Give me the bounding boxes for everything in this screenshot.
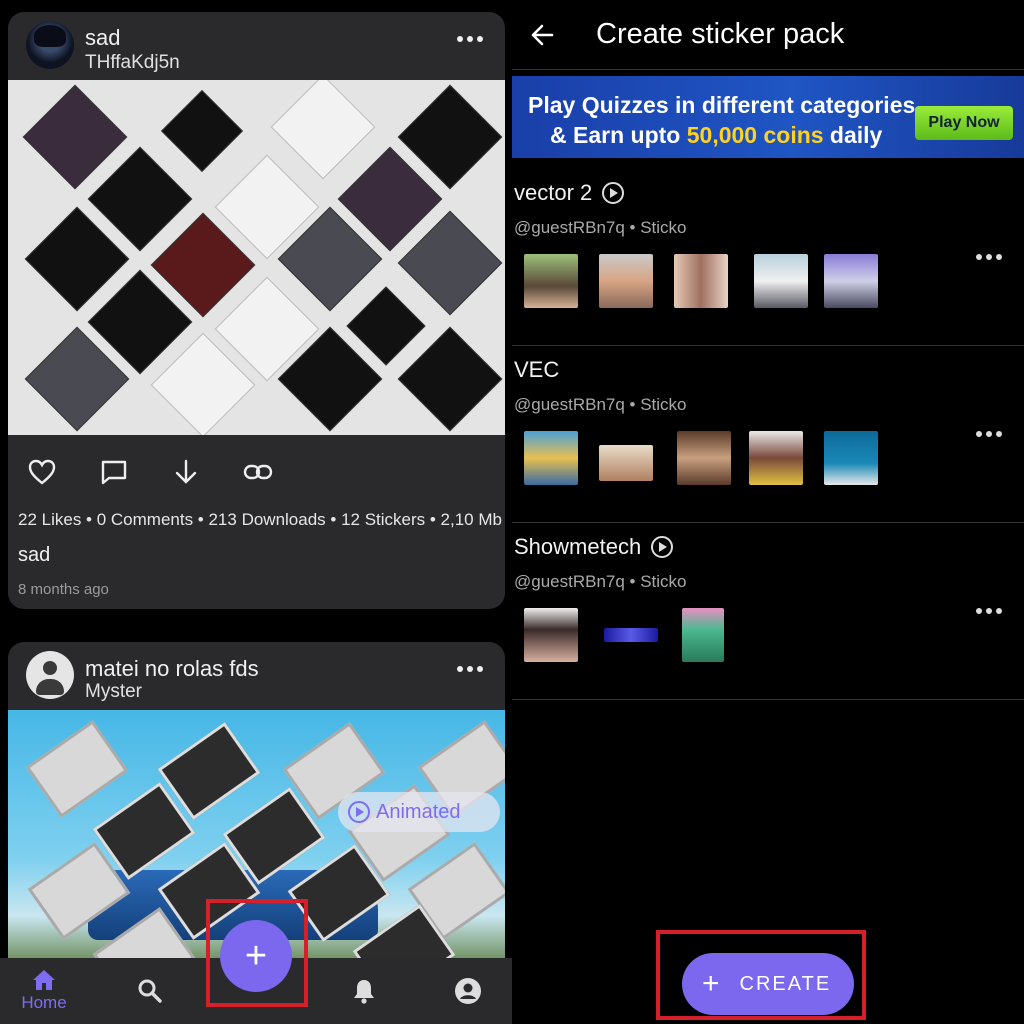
create-sticker-pack-screen: Create sticker pack Play Quizzes in diff…: [512, 0, 1024, 1024]
post-actions: [8, 452, 505, 492]
more-options-icon[interactable]: [457, 36, 483, 44]
back-arrow-icon[interactable]: [528, 20, 558, 50]
sticker-thumbnail: [749, 431, 803, 485]
download-arrow-icon[interactable]: [166, 452, 206, 492]
feed-screen: sad THffaKdj5n 22 Likes • 0 Comments • 2…: [0, 0, 512, 1024]
pack-name-label: VEC: [514, 357, 560, 382]
highlight-box: [656, 930, 866, 1020]
post-user-handle: THffaKdj5n: [85, 52, 180, 73]
nav-home-label: Home: [21, 993, 67, 1012]
sticker-pack-item[interactable]: Showmetech @guestRBn7q • Sticko: [512, 524, 1024, 700]
post-header: sad THffaKdj5n: [8, 12, 505, 80]
home-icon: [33, 970, 55, 990]
sticker-thumbnail: [674, 254, 728, 308]
account-circle-icon: [455, 978, 481, 1004]
nav-home[interactable]: Home: [14, 958, 74, 1024]
pack-author: @guestRBn7q • Sticko: [514, 395, 687, 414]
pack-name-label: vector 2: [514, 180, 593, 205]
sticker-pack-preview[interactable]: [8, 80, 505, 435]
more-options-icon[interactable]: [976, 254, 1002, 262]
sticker-pack-item[interactable]: VEC @guestRBn7q • Sticko: [512, 347, 1024, 523]
sticker-thumbnail: [604, 628, 658, 642]
page-title: Create sticker pack: [596, 18, 845, 50]
more-options-icon[interactable]: [976, 431, 1002, 439]
nav-profile[interactable]: [448, 958, 488, 1024]
pack-author: @guestRBn7q • Sticko: [514, 572, 687, 591]
play-circle-icon: [651, 536, 674, 558]
post-user-handle: Myster: [85, 681, 142, 702]
bell-icon: [354, 980, 374, 1004]
comment-icon[interactable]: [94, 452, 134, 492]
sticker-thumbnail: [524, 254, 578, 308]
avatar-placeholder-icon[interactable]: [26, 651, 74, 699]
ad-line-1: Play Quizzes in different categories: [528, 92, 916, 118]
avatar[interactable]: [26, 21, 74, 69]
sticker-thumbnail: [824, 431, 878, 485]
sticker-pack-item[interactable]: vector 2 @guestRBn7q • Sticko: [512, 170, 1024, 346]
sticker-thumbnail: [599, 445, 653, 481]
pack-title: Showmetech: [514, 534, 674, 560]
animated-badge-label: Animated: [376, 800, 461, 823]
post-user-name[interactable]: matei no rolas fds: [85, 656, 259, 682]
post-timestamp: 8 months ago: [18, 581, 109, 598]
play-circle-icon: [348, 801, 370, 823]
sticker-thumbnail: [677, 431, 731, 485]
animated-badge: Animated: [338, 792, 500, 832]
more-options-icon[interactable]: [976, 608, 1002, 616]
ad-banner[interactable]: Play Quizzes in different categories & E…: [512, 76, 1024, 158]
sticker-thumbnail: [754, 254, 808, 308]
nav-search[interactable]: [130, 958, 170, 1024]
share-link-icon[interactable]: [238, 452, 278, 492]
sticker-thumbnail: [599, 254, 653, 308]
play-circle-icon: [602, 182, 625, 204]
pack-title: VEC: [514, 357, 559, 383]
sticker-thumbnail: [524, 608, 578, 662]
pack-name-label: Showmetech: [514, 534, 642, 559]
post-caption: sad: [18, 544, 51, 566]
ad-line-2: & Earn upto 50,000 coins daily: [550, 122, 883, 148]
post-user-name[interactable]: sad: [85, 25, 120, 51]
sticker-thumbnail: [682, 608, 724, 662]
like-heart-icon[interactable]: [22, 452, 62, 492]
post-header: matei no rolas fds Myster: [8, 642, 505, 710]
nav-notifications[interactable]: [344, 958, 384, 1024]
ad-play-now-button[interactable]: Play Now: [915, 106, 1013, 140]
search-icon: [138, 979, 162, 1003]
more-options-icon[interactable]: [457, 666, 483, 674]
sticker-thumbnail: [524, 431, 578, 485]
pack-author: @guestRBn7q • Sticko: [514, 218, 687, 237]
post-stats: 22 Likes • 0 Comments • 213 Downloads • …: [18, 510, 502, 529]
app-bar: Create sticker pack: [512, 0, 1024, 70]
highlight-box: [206, 899, 308, 1007]
pack-title: vector 2: [514, 180, 625, 206]
post-card: sad THffaKdj5n 22 Likes • 0 Comments • 2…: [8, 12, 505, 609]
sticker-thumbnail: [824, 254, 878, 308]
